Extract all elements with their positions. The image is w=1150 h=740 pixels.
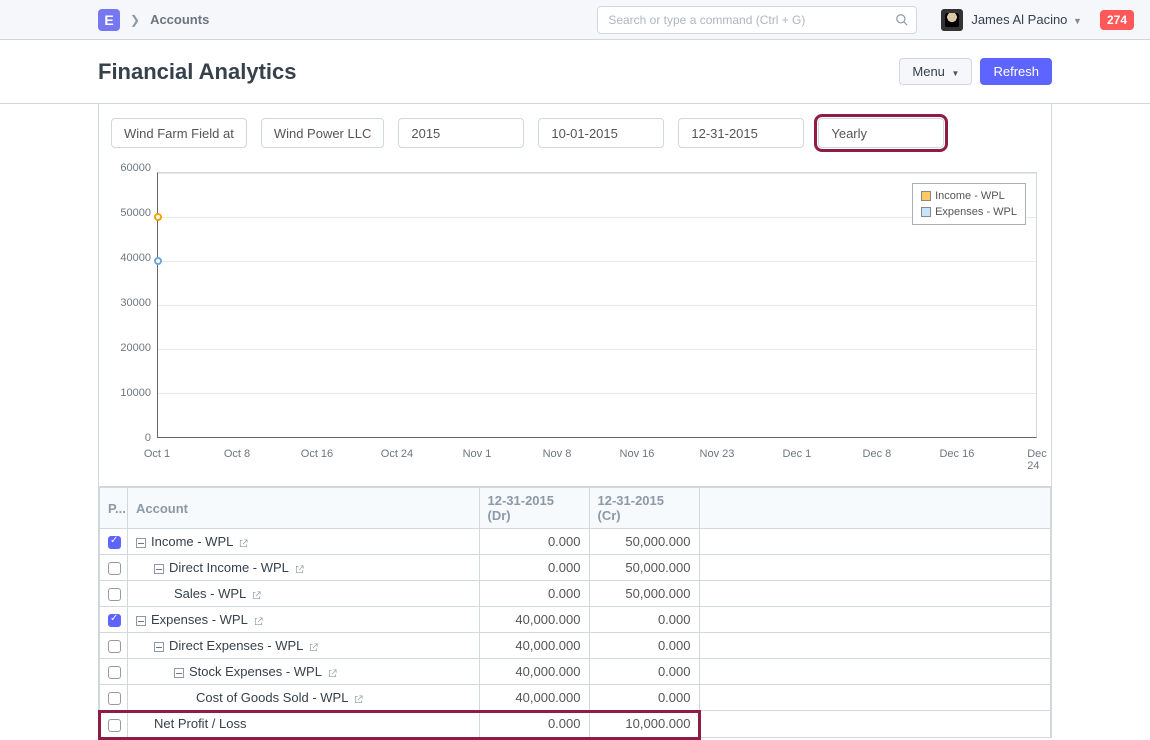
table-row: Direct Income - WPL 0.00050,000.000 [100, 555, 1051, 581]
external-link-icon[interactable] [327, 667, 338, 678]
search-wrap [597, 6, 917, 34]
account-label[interactable]: Direct Expenses - WPL [169, 638, 303, 653]
dr-value: 0.000 [479, 711, 589, 737]
refresh-button[interactable]: Refresh [980, 58, 1052, 85]
plot-checkbox[interactable] [108, 614, 121, 627]
collapse-icon[interactable] [154, 564, 164, 574]
chart-point-expenses[interactable] [154, 257, 162, 265]
cr-value: 50,000.000 [589, 529, 699, 555]
dr-value: 40,000.000 [479, 633, 589, 659]
breadcrumb-accounts[interactable]: Accounts [150, 12, 209, 27]
external-link-icon[interactable] [294, 563, 305, 574]
chevron-right-icon: ❯ [130, 13, 140, 27]
table-row: Net Profit / Loss 0.00010,000.000 [100, 711, 1051, 737]
plot-checkbox[interactable] [108, 719, 121, 732]
notification-badge[interactable]: 274 [1100, 10, 1134, 30]
plot-checkbox[interactable] [108, 640, 121, 653]
collapse-icon[interactable] [136, 616, 146, 626]
account-label[interactable]: Cost of Goods Sold - WPL [196, 690, 348, 705]
user-menu[interactable]: James Al Pacino ▼ [971, 12, 1082, 27]
legend-swatch-income [921, 191, 931, 201]
table-row: Direct Expenses - WPL 40,000.0000.000 [100, 633, 1051, 659]
collapse-icon[interactable] [136, 538, 146, 548]
table-row: Cost of Goods Sold - WPL 40,000.0000.000 [100, 685, 1051, 711]
cr-value: 50,000.000 [589, 581, 699, 607]
account-label[interactable]: Expenses - WPL [151, 612, 248, 627]
chart-plot-area: Income - WPL Expenses - WPL [157, 172, 1037, 438]
account-label[interactable]: Stock Expenses - WPL [189, 664, 322, 679]
plot-checkbox[interactable] [108, 562, 121, 575]
dr-value: 40,000.000 [479, 607, 589, 633]
page-header: Financial Analytics Menu ▼ Refresh [0, 40, 1150, 104]
plot-checkbox[interactable] [108, 536, 121, 549]
account-label[interactable]: Sales - WPL [174, 586, 246, 601]
table-row: Expenses - WPL 40,000.0000.000 [100, 607, 1051, 633]
col-header-account[interactable]: Account [128, 488, 480, 529]
account-label[interactable]: Income - WPL [151, 534, 233, 549]
search-input[interactable] [597, 6, 917, 34]
external-link-icon[interactable] [253, 615, 264, 626]
dr-value: 0.000 [479, 555, 589, 581]
chart-x-axis: Oct 1 Oct 8 Oct 16 Oct 24 Nov 1 Nov 8 No… [157, 448, 1037, 464]
avatar[interactable] [941, 9, 963, 31]
caret-down-icon: ▼ [1073, 16, 1082, 26]
plot-checkbox[interactable] [108, 666, 121, 679]
filter-fiscal-year[interactable]: 2015 [398, 118, 524, 148]
caret-down-icon: ▼ [952, 69, 960, 78]
account-label[interactable]: Net Profit / Loss [154, 716, 246, 731]
external-link-icon[interactable] [251, 589, 262, 600]
table-header-row: P... Account 12-31-2015 (Dr) 12-31-2015 … [100, 488, 1051, 529]
table-row: Income - WPL 0.00050,000.000 [100, 529, 1051, 555]
chart-y-axis: 0 10000 20000 30000 40000 50000 60000 [111, 168, 157, 438]
plot-checkbox[interactable] [108, 692, 121, 705]
filter-project[interactable]: Wind Farm Field at [111, 118, 247, 148]
page-title: Financial Analytics [98, 59, 296, 85]
content: Wind Farm Field at Wind Power LLC 2015 1… [98, 104, 1052, 738]
dr-value: 0.000 [479, 529, 589, 555]
external-link-icon[interactable] [353, 693, 364, 704]
logo-icon[interactable]: E [98, 9, 120, 31]
data-table: P... Account 12-31-2015 (Dr) 12-31-2015 … [99, 486, 1051, 738]
filter-company[interactable]: Wind Power LLC [261, 118, 385, 148]
account-label[interactable]: Direct Income - WPL [169, 560, 289, 575]
chart-point-income[interactable] [154, 213, 162, 221]
col-header-cr[interactable]: 12-31-2015 (Cr) [589, 488, 699, 529]
table-row: Stock Expenses - WPL 40,000.0000.000 [100, 659, 1051, 685]
cr-value: 50,000.000 [589, 555, 699, 581]
menu-button[interactable]: Menu ▼ [899, 58, 972, 85]
col-header-empty [699, 488, 1051, 529]
dr-value: 40,000.000 [479, 685, 589, 711]
chart-legend: Income - WPL Expenses - WPL [912, 183, 1026, 225]
external-link-icon[interactable] [238, 537, 249, 548]
plot-checkbox[interactable] [108, 588, 121, 601]
table-row: Sales - WPL 0.00050,000.000 [100, 581, 1051, 607]
dr-value: 40,000.000 [479, 659, 589, 685]
cr-value: 0.000 [589, 633, 699, 659]
cr-value: 0.000 [589, 685, 699, 711]
external-link-icon[interactable] [308, 641, 319, 652]
legend-swatch-expenses [921, 207, 931, 217]
chart: 0 10000 20000 30000 40000 50000 60000 In… [99, 162, 1051, 476]
topbar: E ❯ Accounts James Al Pacino ▼ 274 [0, 0, 1150, 40]
user-area: James Al Pacino ▼ 274 [941, 9, 1134, 31]
col-header-dr[interactable]: 12-31-2015 (Dr) [479, 488, 589, 529]
filter-from-date[interactable]: 10-01-2015 [538, 118, 664, 148]
cr-value: 0.000 [589, 659, 699, 685]
filter-range[interactable]: Yearly [818, 118, 944, 148]
col-header-plot[interactable]: P... [100, 488, 128, 529]
cr-value: 0.000 [589, 607, 699, 633]
collapse-icon[interactable] [154, 642, 164, 652]
dr-value: 0.000 [479, 581, 589, 607]
filter-bar: Wind Farm Field at Wind Power LLC 2015 1… [99, 104, 1051, 162]
collapse-icon[interactable] [174, 668, 184, 678]
filter-to-date[interactable]: 12-31-2015 [678, 118, 804, 148]
cr-value: 10,000.000 [589, 711, 699, 737]
search-icon [895, 13, 909, 27]
